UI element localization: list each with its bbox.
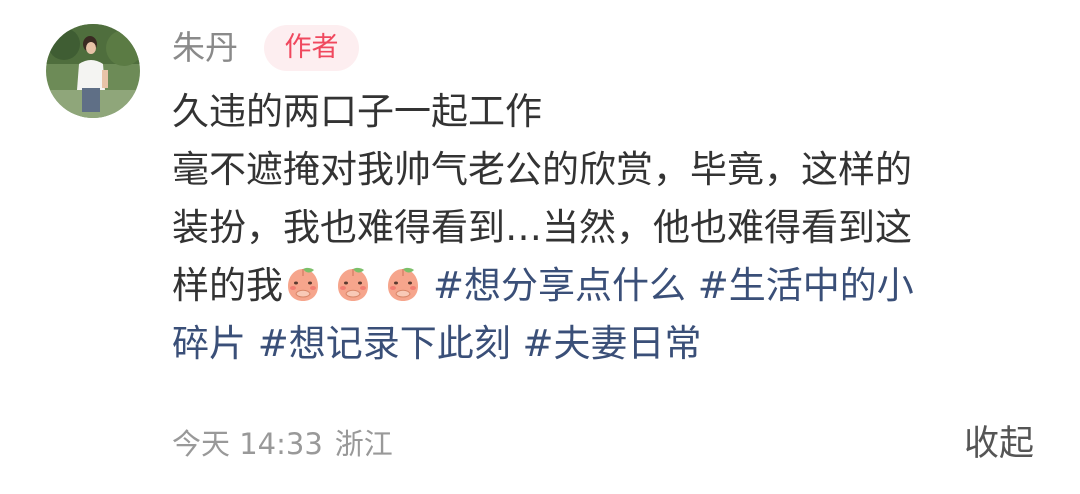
peach-emoji-icon	[383, 264, 423, 304]
hashtag-link[interactable]: #想记录下此刻	[258, 322, 511, 365]
author-badge: 作者	[264, 25, 359, 71]
post-line-1: 久违的两口子一起工作	[172, 90, 542, 133]
hashtag-link[interactable]: #想分享点什么	[433, 264, 686, 307]
post-meta: 今天 14:33 浙江	[172, 420, 393, 468]
post-line-4-text: 样的我	[172, 264, 283, 307]
post-location: 浙江	[334, 427, 393, 461]
peach-emoji-icon	[333, 264, 373, 304]
hashtag-link[interactable]: 碎片	[172, 322, 246, 365]
post-line-5: 碎片 #想记录下此刻 #夫妻日常	[172, 315, 1032, 373]
post-line-2: 毫不遮掩对我帅气老公的欣赏，毕竟，这样的	[172, 148, 912, 191]
post-time: 今天 14:33	[172, 427, 323, 461]
hashtag-link[interactable]: #生活中的小	[698, 264, 914, 307]
peach-emoji-icon	[283, 264, 323, 304]
post-line-3: 装扮，我也难得看到…当然，他也难得看到这	[172, 206, 912, 249]
post-content: 久违的两口子一起工作 毫不遮掩对我帅气老公的欣赏，毕竟，这样的 装扮，我也难得看…	[172, 83, 1032, 373]
post-line-4: 样的我 #想分享点什么 #生活中的小	[172, 257, 1032, 315]
avatar-photo-icon	[46, 24, 140, 118]
author-name[interactable]: 朱丹	[172, 25, 238, 71]
hashtag-link[interactable]: #夫妻日常	[523, 322, 702, 365]
collapse-button[interactable]: 收起	[964, 418, 1034, 470]
author-avatar[interactable]	[46, 24, 140, 118]
